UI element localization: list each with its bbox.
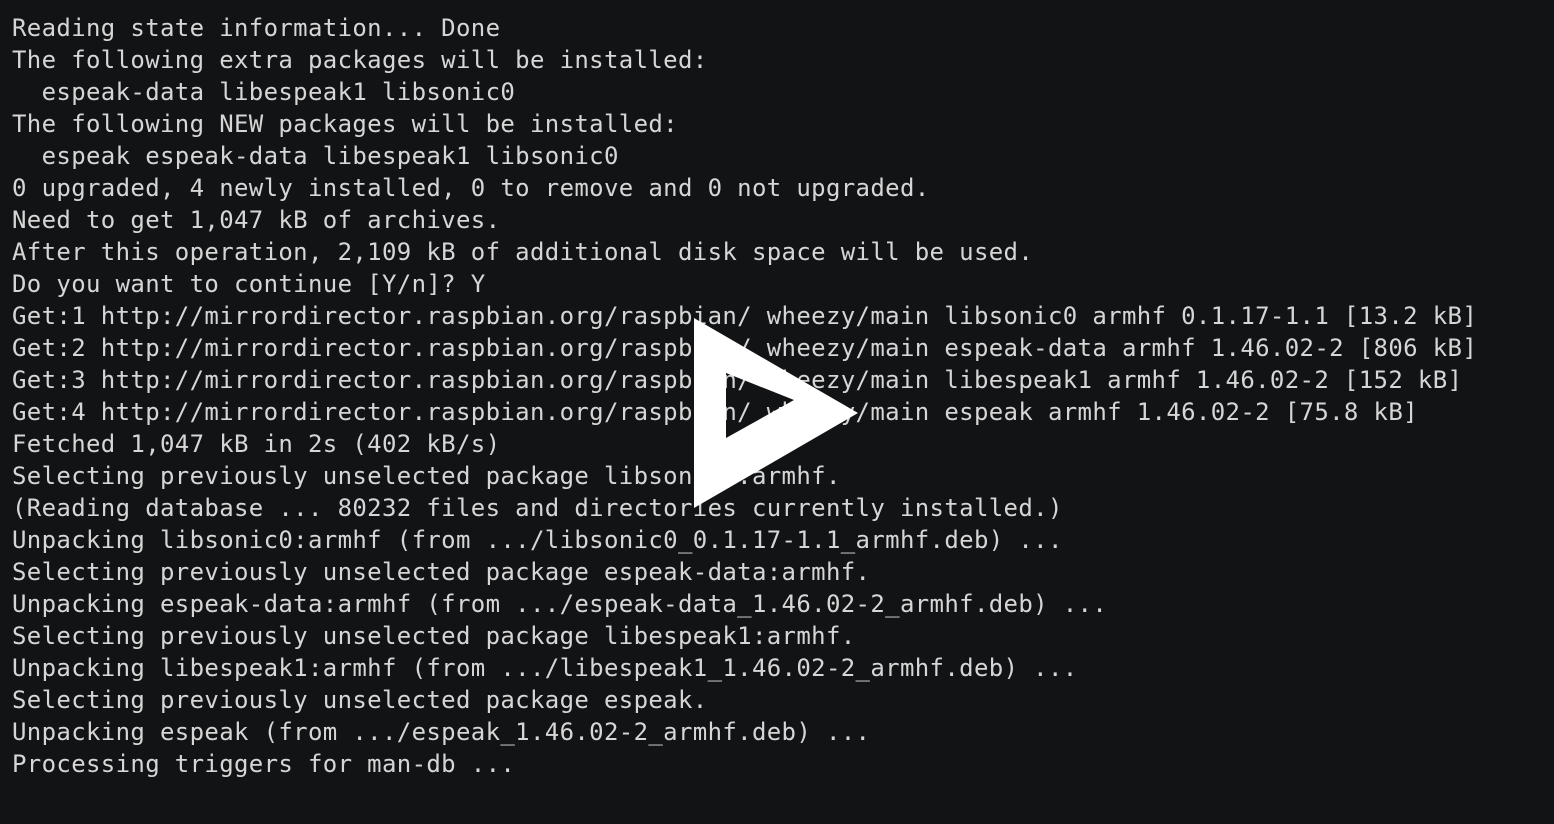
terminal-line: Do you want to continue [Y/n]? Y: [12, 270, 486, 298]
terminal-line: The following NEW packages will be insta…: [12, 110, 678, 138]
terminal-line: espeak-data libespeak1 libsonic0: [12, 78, 516, 106]
terminal-line: Unpacking espeak (from .../espeak_1.46.0…: [12, 718, 871, 746]
terminal-line: Selecting previously unselected package …: [12, 622, 856, 650]
play-button[interactable]: [694, 318, 858, 508]
terminal-line: Selecting previously unselected package …: [12, 558, 871, 586]
terminal-line: 0 upgraded, 4 newly installed, 0 to remo…: [12, 174, 930, 202]
terminal-line: Unpacking espeak-data:armhf (from .../es…: [12, 590, 1108, 618]
terminal-line: espeak espeak-data libespeak1 libsonic0: [12, 142, 619, 170]
terminal-line: Processing triggers for man-db ...: [12, 750, 516, 778]
terminal-line: Selecting previously unselected package …: [12, 686, 708, 714]
play-icon: [694, 318, 858, 508]
terminal-line: Unpacking libsonic0:armhf (from .../libs…: [12, 526, 1063, 554]
terminal-line: After this operation, 2,109 kB of additi…: [12, 238, 1034, 266]
terminal-line: Reading state information... Done: [12, 14, 501, 42]
terminal-line: Unpacking libespeak1:armhf (from .../lib…: [12, 654, 1078, 682]
terminal-line: Need to get 1,047 kB of archives.: [12, 206, 501, 234]
terminal-window: Reading state information... Done The fo…: [0, 0, 1554, 824]
terminal-line: The following extra packages will be ins…: [12, 46, 708, 74]
